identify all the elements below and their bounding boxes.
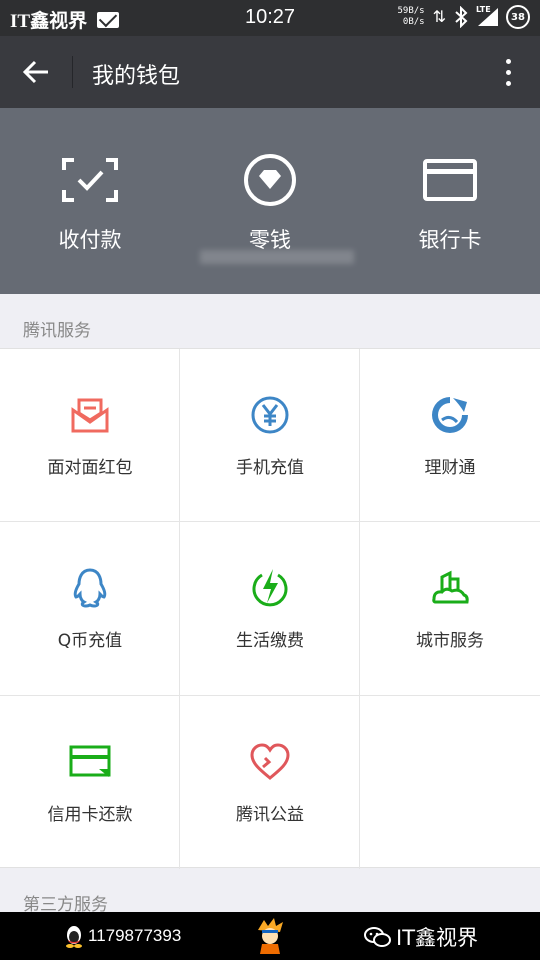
qq-penguin-icon bbox=[73, 568, 107, 608]
more-options-button[interactable] bbox=[496, 54, 520, 90]
service-city-services[interactable]: 城市服务 bbox=[360, 522, 540, 695]
qq-penguin-icon bbox=[66, 926, 82, 948]
yuan-coin-icon bbox=[251, 396, 289, 434]
service-licaitong[interactable]: 理财通 bbox=[360, 349, 540, 522]
title-divider bbox=[72, 56, 73, 88]
service-utility-bills[interactable]: 生活缴费 bbox=[180, 522, 360, 695]
blurred-balance bbox=[200, 250, 354, 264]
change-balance-entry[interactable]: 零钱 bbox=[180, 148, 360, 254]
arrow-left-icon bbox=[22, 60, 48, 84]
charity-heart-icon bbox=[250, 743, 290, 780]
wechat-brand: IT鑫视界 bbox=[364, 922, 478, 952]
lightning-icon bbox=[252, 569, 288, 607]
licaitong-icon bbox=[432, 397, 468, 433]
service-label: Q币充值 bbox=[57, 631, 123, 651]
service-label: 手机充值 bbox=[236, 458, 304, 478]
net-speed: 59B/s 0B/s bbox=[398, 6, 425, 28]
wallet-header: 收付款 零钱 银行卡 bbox=[0, 108, 540, 294]
credit-card-icon bbox=[69, 745, 111, 777]
status-bar: IT鑫视界 10:27 59B/s 0B/s ⇅ LTE 38 bbox=[0, 0, 540, 36]
bank-card-entry[interactable]: 银行卡 bbox=[360, 148, 540, 254]
data-transfer-icon: ⇅ bbox=[432, 7, 446, 26]
qq-contact: 1179877393 bbox=[64, 924, 181, 948]
qq-number: 1179877393 bbox=[88, 926, 182, 945]
service-label: 腾讯公益 bbox=[236, 805, 304, 825]
more-dot-icon bbox=[505, 58, 511, 64]
service-face-to-face-red-packet[interactable]: 面对面红包 bbox=[0, 349, 180, 522]
page-title: 我的钱包 bbox=[92, 64, 181, 89]
cartoon-avatar-icon bbox=[258, 918, 283, 954]
status-right: 59B/s 0B/s ⇅ LTE 38 bbox=[398, 4, 530, 30]
service-label: 面对面红包 bbox=[47, 458, 133, 478]
net-down: 0B/s bbox=[402, 17, 425, 27]
diamond-coin-icon bbox=[244, 154, 296, 206]
watermark-bar: 1179877393 IT鑫视界 bbox=[0, 912, 540, 960]
more-dot-icon bbox=[505, 80, 511, 86]
wechat-icon bbox=[364, 927, 391, 947]
scan-check-icon bbox=[62, 158, 118, 202]
service-qcoin-topup[interactable]: Q币充值 bbox=[0, 522, 180, 695]
service-mobile-topup[interactable]: 手机充值 bbox=[180, 349, 360, 522]
service-grid: 面对面红包 手机充值 理财通 Q币充值 生活缴费 城市服务 信用卡还款 腾讯公益 bbox=[0, 348, 540, 869]
empty-cell bbox=[360, 696, 540, 869]
title-bar: 我的钱包 bbox=[0, 36, 540, 108]
more-dot-icon bbox=[505, 69, 511, 75]
city-icon bbox=[432, 570, 469, 604]
brand-text: IT鑫视界 bbox=[396, 926, 479, 950]
receive-pay-entry[interactable]: 收付款 bbox=[0, 148, 180, 254]
service-credit-card-repayment[interactable]: 信用卡还款 bbox=[0, 696, 180, 869]
receive-pay-label: 收付款 bbox=[58, 228, 122, 252]
red-packet-icon bbox=[71, 398, 109, 433]
net-up: 59B/s bbox=[397, 6, 425, 16]
bluetooth-icon bbox=[455, 6, 468, 28]
battery-level: 38 bbox=[511, 11, 525, 23]
service-tencent-charity[interactable]: 腾讯公益 bbox=[180, 696, 360, 869]
battery-icon: 38 bbox=[506, 5, 530, 29]
service-label: 信用卡还款 bbox=[47, 805, 133, 825]
section-title-tencent: 腾讯服务 bbox=[23, 321, 91, 341]
bank-card-label: 银行卡 bbox=[418, 228, 482, 252]
service-label: 理财通 bbox=[424, 458, 476, 478]
back-button[interactable] bbox=[16, 54, 56, 90]
bank-card-icon bbox=[423, 159, 477, 201]
service-label: 生活缴费 bbox=[236, 631, 304, 651]
signal-icon: LTE bbox=[476, 5, 498, 28]
network-type: LTE bbox=[476, 5, 491, 14]
service-label: 城市服务 bbox=[416, 631, 484, 651]
